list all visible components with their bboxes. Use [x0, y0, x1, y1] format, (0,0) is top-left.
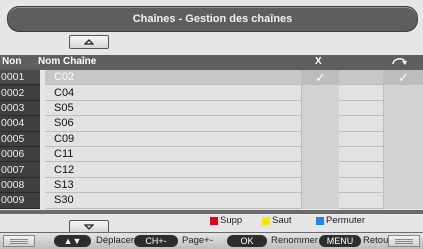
channel-row[interactable]: 0001 C02 ✓ ✓: [0, 70, 423, 86]
channel-number: 0006: [0, 147, 40, 163]
channel-name: S13: [45, 177, 423, 194]
skip-cell[interactable]: [301, 100, 339, 117]
channel-name: C09: [45, 131, 423, 147]
column-header-number: Non: [2, 56, 22, 67]
skip-cell[interactable]: ✓: [301, 70, 339, 86]
swap-cell[interactable]: [383, 116, 423, 132]
key-hint-bar: ▲▼ Déplacer CH+- Page+- OK Renommer MENU…: [0, 232, 423, 249]
channel-number: 0002: [0, 85, 40, 101]
legend-skip: Saut: [262, 215, 292, 226]
channel-number: 0003: [0, 100, 40, 117]
swap-cell[interactable]: [383, 193, 423, 209]
column-header-skip: X: [315, 56, 322, 67]
swap-cell[interactable]: ✓: [383, 70, 423, 86]
swap-cell[interactable]: [383, 147, 423, 163]
right-corner-button[interactable]: [388, 235, 420, 247]
legend-swap-label: Permuter: [326, 215, 366, 226]
arrows-key[interactable]: ▲▼: [54, 235, 91, 247]
channel-name: S05: [45, 100, 423, 117]
channel-number: 0001: [0, 70, 40, 86]
channel-row[interactable]: 0004 S06: [0, 116, 423, 132]
swap-cell[interactable]: [383, 131, 423, 147]
skip-cell[interactable]: [301, 193, 339, 209]
left-corner-button[interactable]: [3, 235, 35, 247]
legend-swap: Permuter: [316, 215, 365, 226]
swap-cell[interactable]: [383, 85, 423, 101]
swap-cell[interactable]: [383, 100, 423, 117]
page-title: Chaînes - Gestion des chaînes: [7, 6, 418, 32]
channel-number: 0008: [0, 177, 40, 194]
skip-cell[interactable]: [301, 177, 339, 194]
channel-row[interactable]: 0009 S30: [0, 193, 423, 209]
skip-cell[interactable]: [301, 162, 339, 178]
blue-key-icon: [316, 216, 324, 225]
swap-arrow-icon: [390, 55, 408, 71]
yellow-key-icon: [262, 216, 270, 225]
channel-row[interactable]: 0005 C09: [0, 131, 423, 147]
channel-name: C11: [45, 147, 423, 163]
channel-name: C12: [45, 162, 423, 178]
column-header-name: Nom Chaîne: [38, 56, 97, 67]
swap-cell[interactable]: [383, 177, 423, 194]
channel-number: 0007: [0, 162, 40, 178]
skip-cell[interactable]: [301, 131, 339, 147]
legend-skip-label: Saut: [272, 215, 292, 226]
channel-row[interactable]: 0003 S05: [0, 100, 423, 117]
menu-key[interactable]: MENU: [319, 235, 361, 247]
move-hint: Déplacer: [96, 235, 135, 246]
channel-row[interactable]: 0007 C12: [0, 162, 423, 178]
ch-key[interactable]: CH+-: [134, 235, 178, 247]
channel-list: 0001 C02 ✓ ✓ 0002 C04 0003 S05 0004 S06 0005 C09 000…: [0, 70, 423, 210]
channel-row[interactable]: 0002 C04: [0, 85, 423, 101]
legend-delete: Supp: [210, 215, 242, 226]
legend-delete-label: Supp: [220, 215, 243, 226]
channel-name: S06: [45, 116, 423, 132]
channel-row[interactable]: 0006 C11: [0, 147, 423, 163]
swap-cell[interactable]: [383, 162, 423, 178]
channel-number: 0005: [0, 131, 40, 147]
channel-row[interactable]: 0008 S13: [0, 177, 423, 194]
skip-cell[interactable]: [301, 85, 339, 101]
page-hint: Page+-: [182, 235, 213, 246]
channel-name: C02: [45, 70, 423, 86]
red-key-icon: [210, 216, 218, 225]
skip-cell[interactable]: [301, 116, 339, 132]
table-header: Non Nom Chaîne X: [0, 55, 423, 70]
skip-cell[interactable]: [301, 147, 339, 163]
chevron-up-icon: [84, 39, 94, 45]
channel-name: C04: [45, 85, 423, 101]
channel-name: S30: [45, 193, 423, 209]
separator: [0, 210, 423, 214]
ok-key[interactable]: OK: [227, 235, 267, 247]
channel-number: 0009: [0, 193, 40, 209]
channel-number: 0004: [0, 116, 40, 132]
rename-hint: Renommer: [271, 235, 318, 246]
chevron-down-icon: [84, 224, 94, 230]
page-up-button[interactable]: [69, 35, 109, 49]
